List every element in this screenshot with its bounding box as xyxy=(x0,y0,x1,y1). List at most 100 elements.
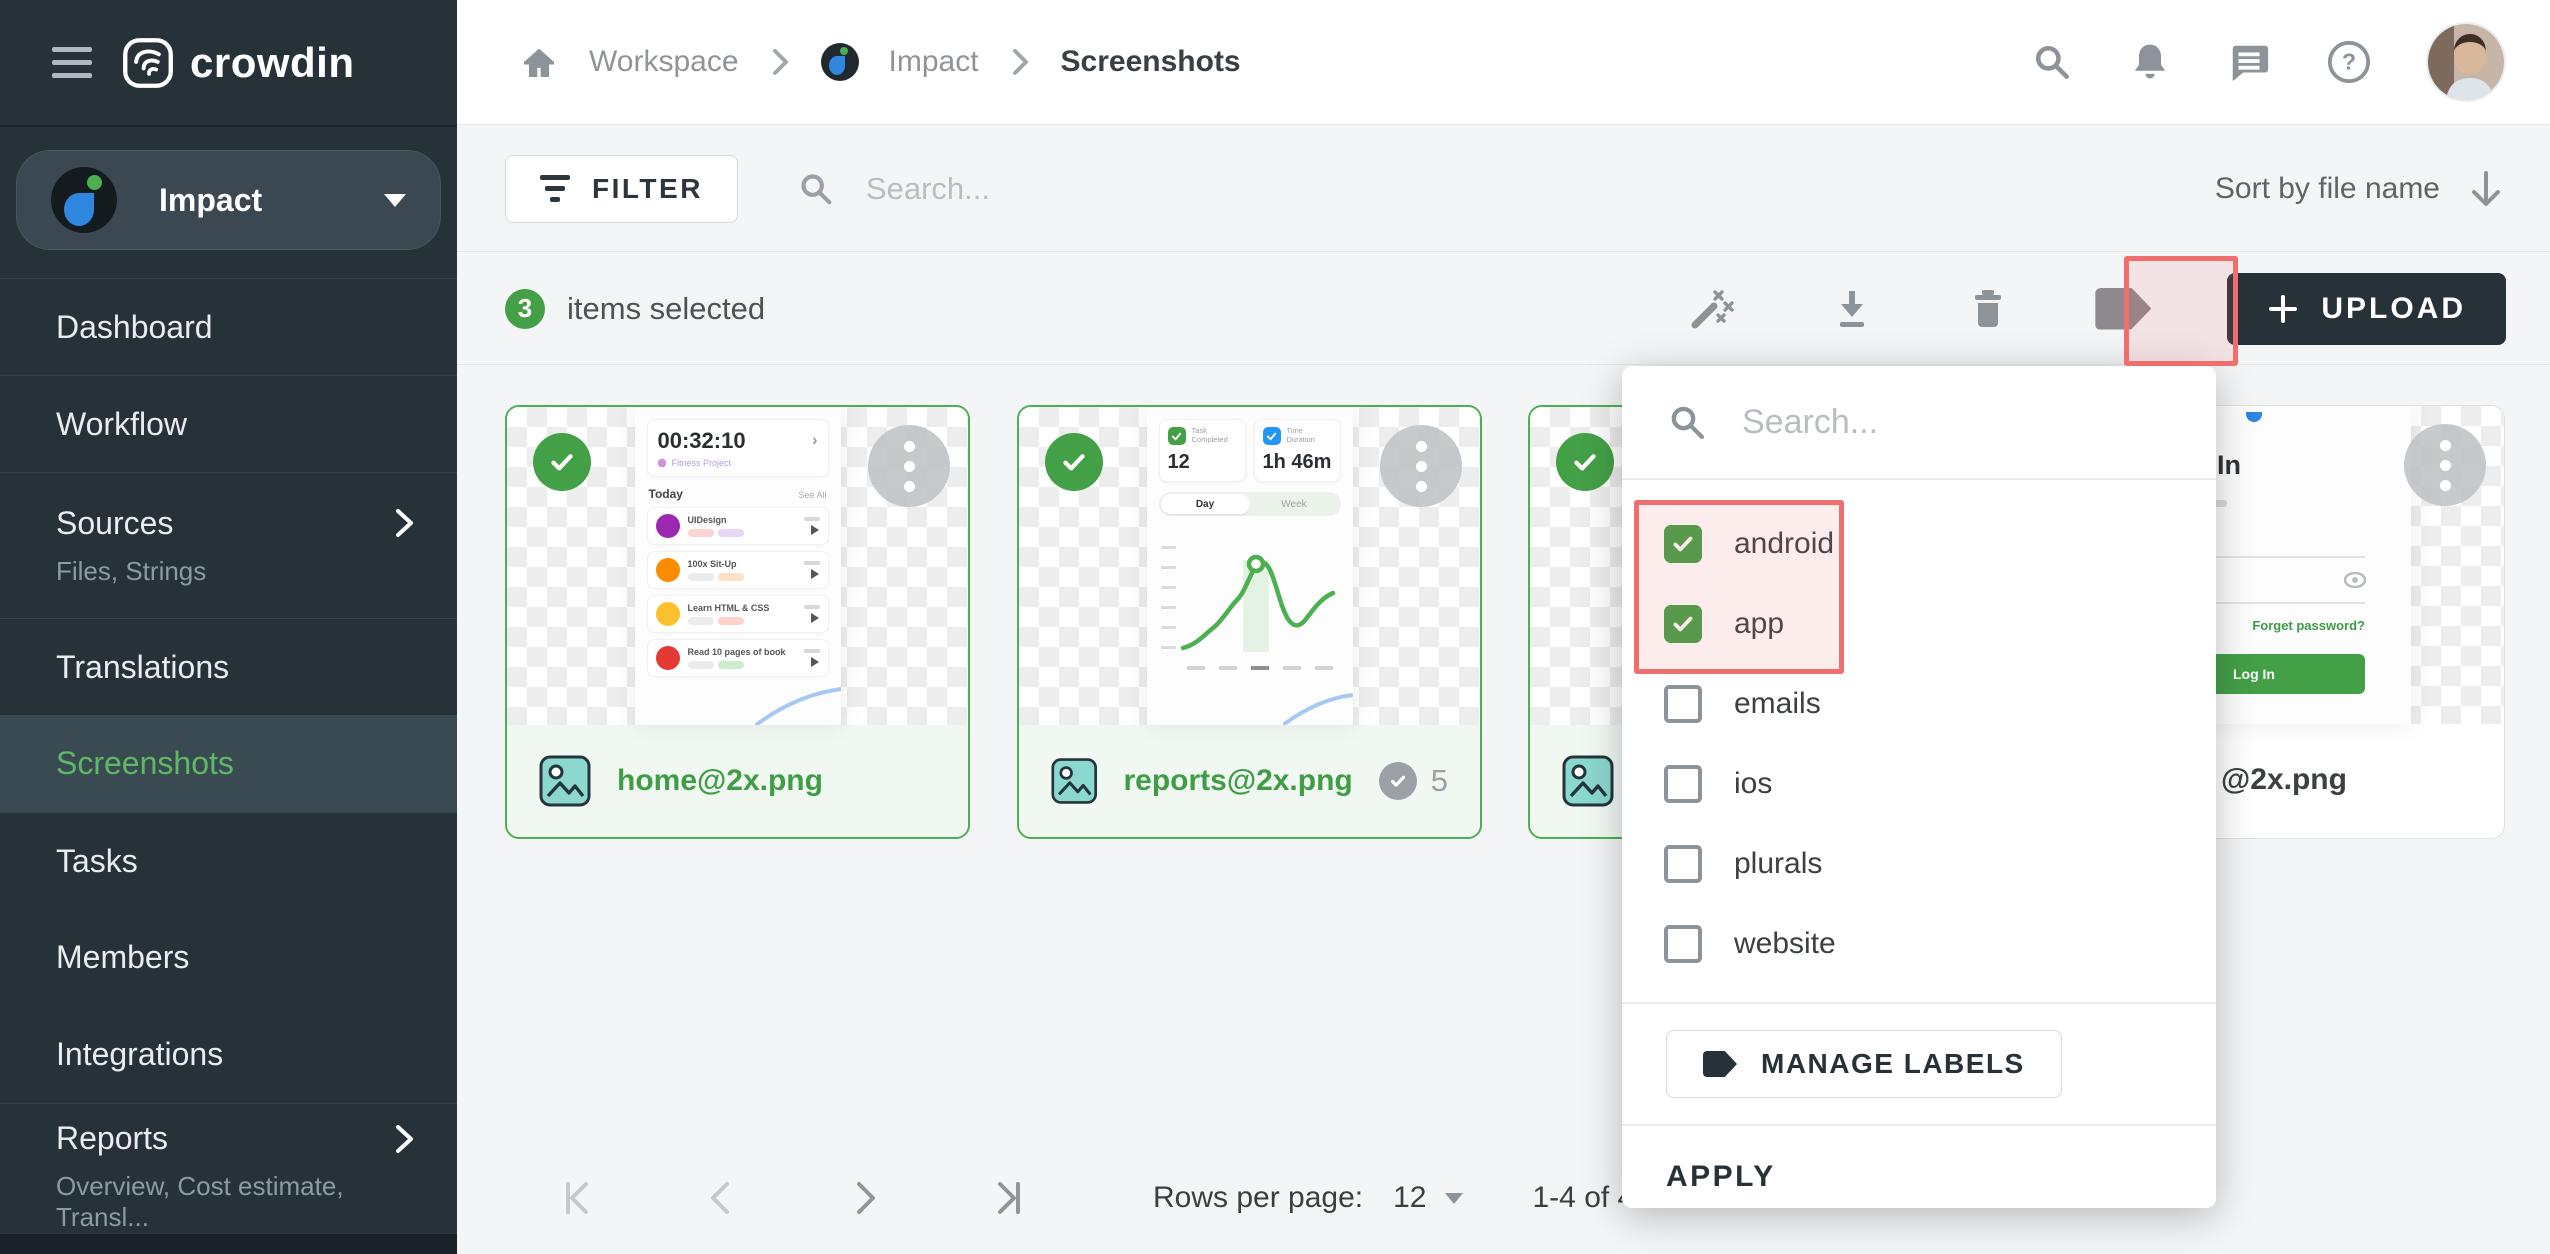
chevron-down-icon xyxy=(384,194,406,207)
chevron-right-icon xyxy=(769,47,791,77)
image-file-icon xyxy=(539,755,591,807)
checkbox-unchecked-icon[interactable] xyxy=(1664,925,1702,963)
eye-icon xyxy=(2344,572,2366,588)
selected-count-badge: 3 xyxy=(505,289,545,329)
sidebar-item-translations[interactable]: Translations xyxy=(0,618,457,715)
rows-per-page-label: Rows per page: xyxy=(1153,1181,1363,1215)
filter-button[interactable]: FILTER xyxy=(505,155,738,223)
screenshot-preview: 00:32:10› Fitness Project TodaySee All U… xyxy=(507,407,968,725)
sidebar-item-members[interactable]: Members xyxy=(0,909,457,1006)
card-menu-button[interactable] xyxy=(868,425,950,507)
hamburger-menu-icon[interactable] xyxy=(52,47,92,78)
screenshot-card-home[interactable]: 00:32:10› Fitness Project TodaySee All U… xyxy=(505,405,970,839)
next-page-icon[interactable] xyxy=(793,1176,937,1220)
sidebar-item-integrations[interactable]: Integrations xyxy=(0,1006,457,1103)
card-footer: reports@2x.png 5 xyxy=(1019,725,1480,837)
breadcrumb: Workspace Impact Screenshots xyxy=(519,42,1241,82)
filter-icon xyxy=(540,175,570,202)
selected-check-icon[interactable] xyxy=(1556,433,1614,491)
decorative-curve xyxy=(751,675,841,725)
screenshot-card-reports[interactable]: Task Completed 12 Time Duration 1h 46m D… xyxy=(1017,405,1482,839)
last-page-icon[interactable] xyxy=(937,1176,1081,1220)
sidebar-item-screenshots[interactable]: Screenshots xyxy=(0,715,457,812)
label-option-app[interactable]: app xyxy=(1622,584,2216,664)
screenshot-preview: Task Completed 12 Time Duration 1h 46m D… xyxy=(1019,407,1480,725)
arrow-down-icon xyxy=(2466,168,2506,210)
search-icon xyxy=(1666,401,1708,443)
manage-labels-button[interactable]: MANAGE LABELS xyxy=(1666,1030,2062,1098)
brand-wordmark: crowdin xyxy=(190,39,355,87)
caret-down-icon xyxy=(1445,1193,1463,1204)
delete-trash-icon[interactable] xyxy=(1921,285,2055,333)
breadcrumb-workspace[interactable]: Workspace xyxy=(589,45,739,79)
project-avatar xyxy=(51,167,117,233)
label-filter-dropdown: android app emails ios plurals website M… xyxy=(1622,366,2216,1208)
card-menu-button[interactable] xyxy=(1380,425,1462,507)
chevron-right-icon xyxy=(391,506,417,540)
user-avatar[interactable] xyxy=(2426,22,2506,102)
selection-bar: 3 items selected UPLOAD xyxy=(457,253,2550,365)
label-options: android app emails ios plurals website xyxy=(1622,480,2216,994)
top-bar-icons: ? xyxy=(2030,22,2506,102)
label-option-emails[interactable]: emails xyxy=(1622,664,2216,744)
dropdown-search-bar xyxy=(1622,366,2216,480)
search-bar xyxy=(796,169,2215,209)
help-icon[interactable]: ? xyxy=(2326,39,2372,85)
sort-control[interactable]: Sort by file name xyxy=(2215,168,2506,210)
sidebar-item-reports[interactable]: Reports Overview, Cost estimate, Transl.… xyxy=(0,1103,457,1249)
sidebar-item-workflow[interactable]: Workflow xyxy=(0,375,457,472)
avatar-photo xyxy=(2428,24,2504,100)
pagination: Rows per page: 12 1-4 of 4 xyxy=(505,1150,2550,1246)
search-input[interactable] xyxy=(864,170,1568,208)
dropdown-search-input[interactable] xyxy=(1740,402,2124,443)
label-option-ios[interactable]: ios xyxy=(1622,744,2216,824)
svg-text:?: ? xyxy=(2342,49,2356,75)
screenshot-filename: @2x.png xyxy=(2221,763,2347,797)
label-option-plurals[interactable]: plurals xyxy=(1622,824,2216,904)
sidebar-item-sources[interactable]: Sources Files, Strings xyxy=(0,472,457,618)
sidebar-item-reports-sub: Overview, Cost estimate, Transl... xyxy=(56,1171,417,1233)
sidebar-item-dashboard[interactable]: Dashboard xyxy=(0,278,457,375)
card-footer: home@2x.png xyxy=(507,725,968,837)
check-icon xyxy=(1379,762,1417,800)
previous-page-icon[interactable] xyxy=(649,1176,793,1220)
checkbox-checked-icon[interactable] xyxy=(1664,605,1702,643)
bulk-actions: UPLOAD xyxy=(1639,273,2506,345)
checkbox-unchecked-icon[interactable] xyxy=(1664,845,1702,883)
filter-bar: FILTER Sort by file name xyxy=(457,126,2550,252)
checkbox-checked-icon[interactable] xyxy=(1664,525,1702,563)
selected-label: items selected xyxy=(567,291,765,327)
screenshot-image: 00:32:10› Fitness Project TodaySee All U… xyxy=(635,407,841,725)
label-option-website[interactable]: website xyxy=(1622,904,2216,984)
notifications-bell-icon[interactable] xyxy=(2128,40,2172,84)
card-menu-button[interactable] xyxy=(2404,424,2486,506)
checkbox-unchecked-icon[interactable] xyxy=(1664,765,1702,803)
breadcrumb-page: Screenshots xyxy=(1061,45,1241,79)
screenshot-filename: home@2x.png xyxy=(617,764,823,798)
crowdin-logo[interactable]: crowdin xyxy=(122,37,355,89)
rows-per-page-select[interactable]: 12 xyxy=(1393,1181,1462,1215)
crowdin-logo-icon xyxy=(122,37,174,89)
sidebar: crowdin Impact Dashboard Workflow Source… xyxy=(0,0,457,1254)
selected-check-icon[interactable] xyxy=(1045,433,1103,491)
label-tag-icon[interactable] xyxy=(2095,288,2151,330)
sidebar-item-tasks[interactable]: Tasks xyxy=(0,812,457,909)
top-bar: Workspace Impact Screenshots ? xyxy=(457,0,2550,125)
upload-button[interactable]: UPLOAD xyxy=(2227,273,2506,345)
messages-icon[interactable] xyxy=(2226,40,2272,84)
chevron-right-icon xyxy=(1009,47,1031,77)
breadcrumb-project[interactable]: Impact xyxy=(889,45,979,79)
selected-check-icon[interactable] xyxy=(533,433,591,491)
checkbox-unchecked-icon[interactable] xyxy=(1664,685,1702,723)
auto-tag-wand-icon[interactable] xyxy=(1639,285,1783,333)
label-option-android[interactable]: android xyxy=(1622,504,2216,584)
download-icon[interactable] xyxy=(1783,285,1921,333)
apply-button[interactable]: APPLY xyxy=(1666,1160,1776,1194)
project-selector[interactable]: Impact xyxy=(16,150,441,250)
plus-icon xyxy=(2267,293,2299,325)
search-icon[interactable] xyxy=(2030,40,2074,84)
first-page-icon[interactable] xyxy=(505,1176,649,1220)
home-icon[interactable] xyxy=(519,42,559,82)
image-file-icon xyxy=(1051,755,1097,807)
breadcrumb-project-icon xyxy=(821,43,859,81)
